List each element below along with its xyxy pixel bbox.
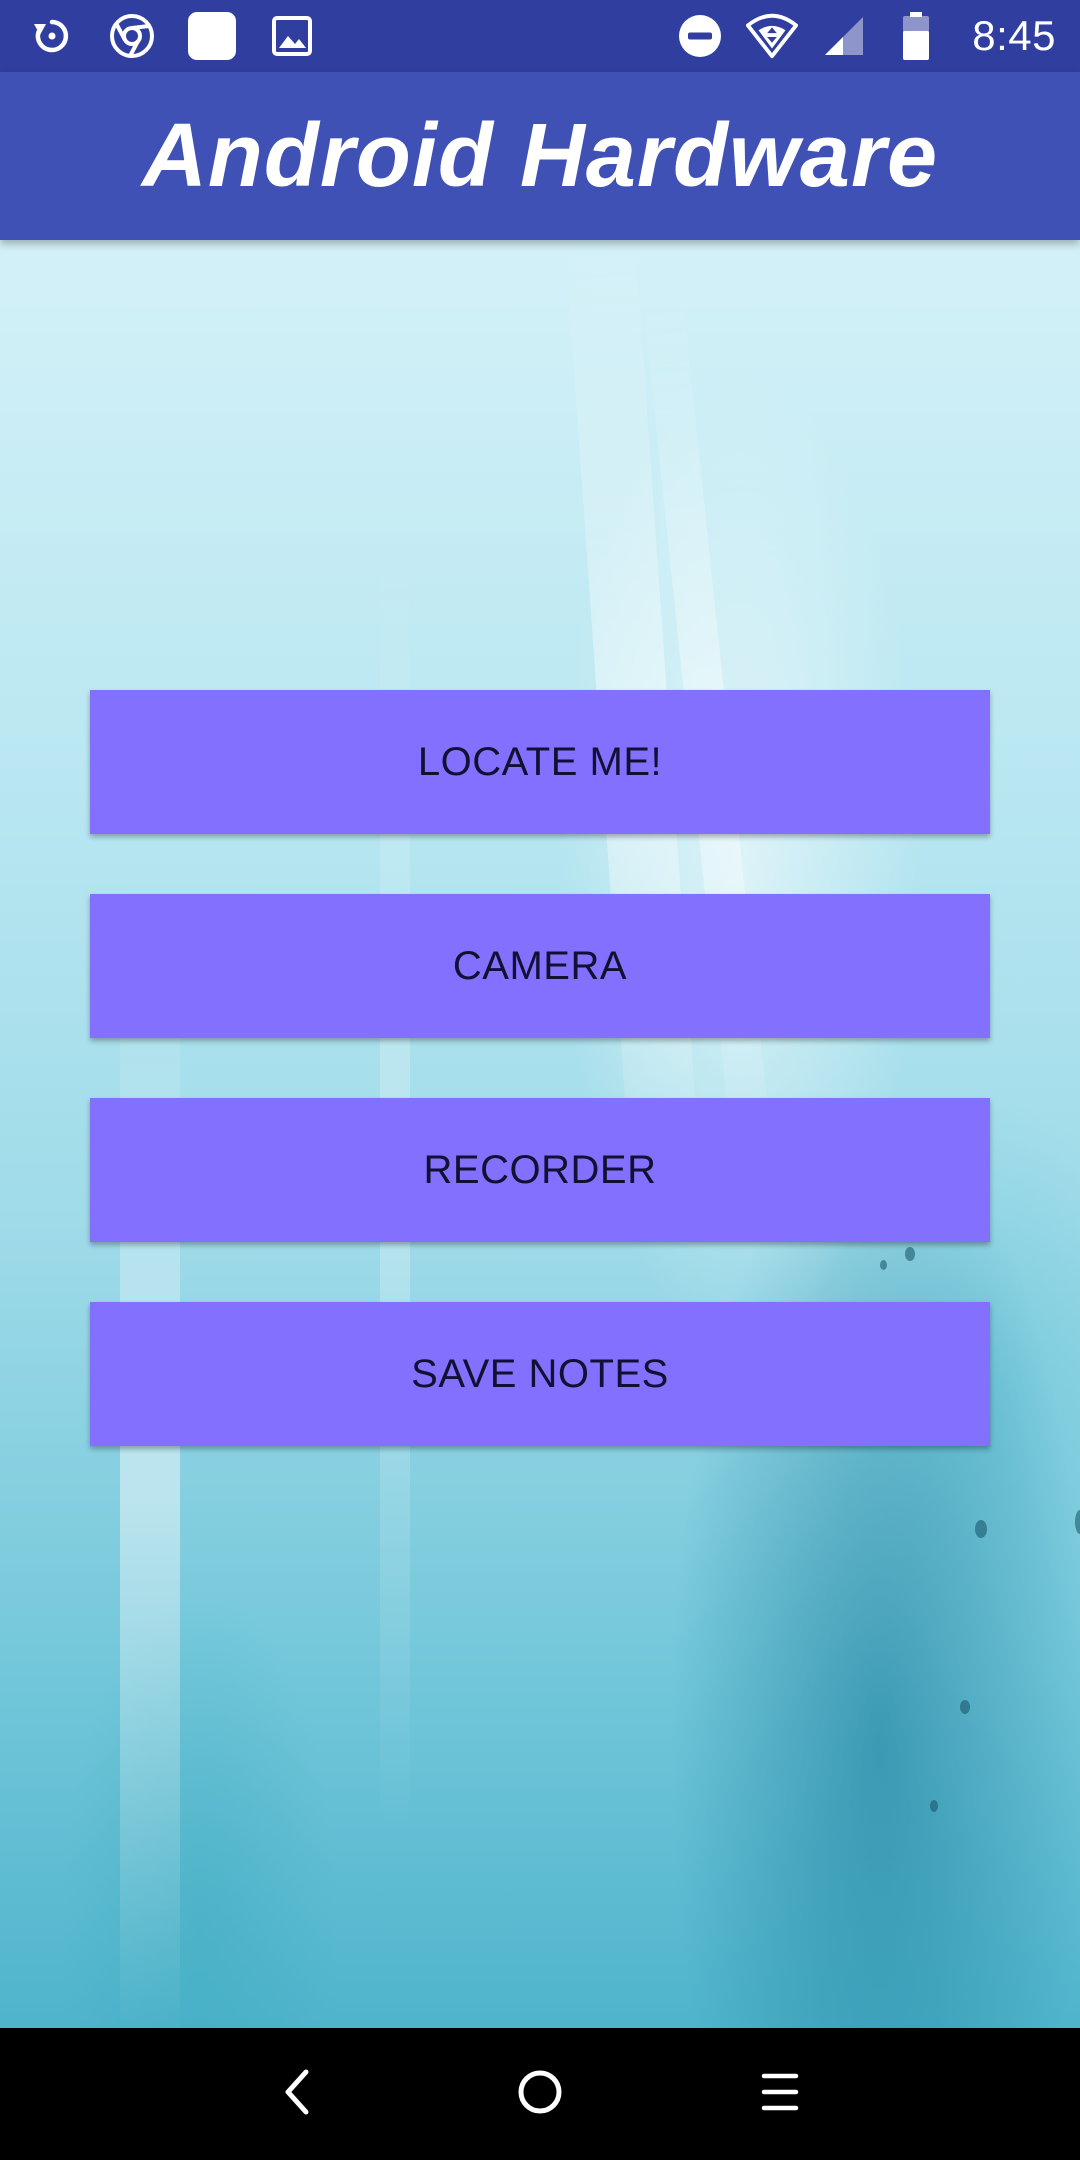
recents-button[interactable] — [742, 2056, 818, 2132]
recents-icon — [758, 2070, 802, 2119]
status-time: 8:45 — [972, 12, 1056, 59]
back-icon — [278, 2068, 318, 2121]
app-title: Android Hardware — [141, 105, 939, 206]
water-drop — [880, 1260, 887, 1270]
system-icons: 8:45 — [674, 0, 1056, 72]
chrome-icon — [106, 10, 158, 62]
gallery-icon — [266, 10, 318, 62]
water-drop — [930, 1800, 938, 1812]
camera-button[interactable]: CAMERA — [90, 894, 990, 1038]
status-bar: 8:45 — [0, 0, 1080, 72]
wifi-icon — [746, 10, 799, 62]
recorder-button[interactable]: RECORDER — [90, 1098, 990, 1242]
water-drop — [1075, 1510, 1080, 1534]
signal-icon — [818, 10, 870, 62]
notification-icons — [26, 0, 318, 72]
sync-icon — [26, 10, 78, 62]
screen: 8:45 Android Hardware LOCATE ME! CAMERA … — [0, 0, 1080, 2160]
water-drop — [975, 1520, 987, 1538]
navigation-bar — [0, 2028, 1080, 2160]
water-drop — [905, 1247, 915, 1261]
locate-me-button[interactable]: LOCATE ME! — [90, 690, 990, 834]
home-icon — [516, 2068, 564, 2121]
home-button[interactable] — [502, 2056, 578, 2132]
do-not-disturb-icon — [674, 10, 726, 62]
app-bar: Android Hardware — [0, 72, 1080, 240]
battery-icon — [890, 10, 942, 62]
blank-app-icon — [186, 10, 238, 62]
save-notes-button[interactable]: SAVE NOTES — [90, 1302, 990, 1446]
water-drop — [960, 1700, 970, 1714]
back-button[interactable] — [260, 2056, 336, 2132]
